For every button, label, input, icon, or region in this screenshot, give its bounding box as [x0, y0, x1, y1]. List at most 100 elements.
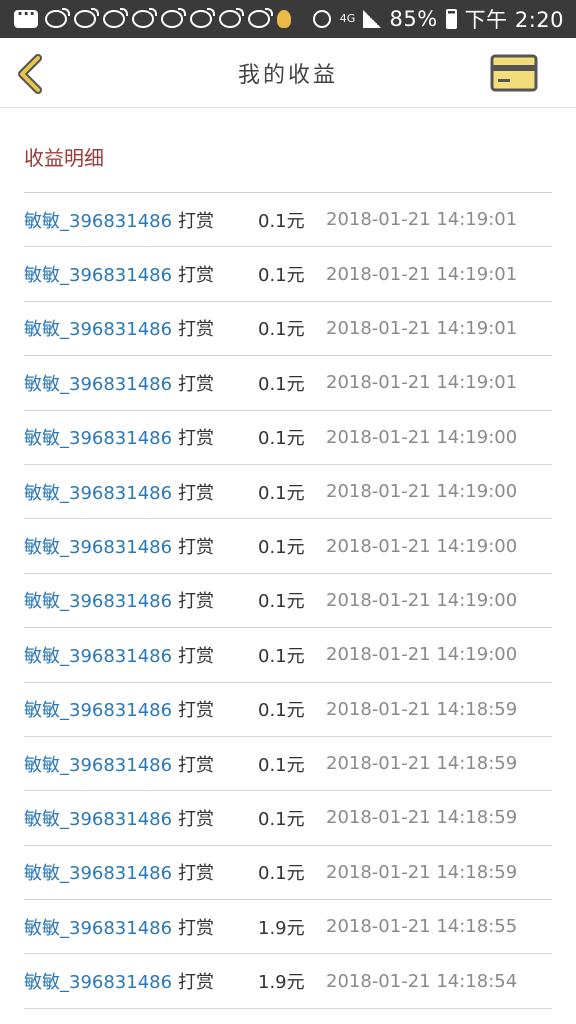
list-item[interactable]: 敏敏_396831486 打赏 0.1元 2018-01-21 14:18:59	[24, 791, 552, 846]
timestamp: 2018-01-21 14:18:59	[326, 861, 518, 883]
clock: 下午 2:20	[464, 8, 564, 32]
amount: 0.1元	[258, 265, 305, 287]
earnings-content: 收益明细 敏敏_396831486 打赏 0.1元 2018-01-21 14:…	[24, 108, 552, 1009]
timestamp: 2018-01-21 14:19:00	[326, 426, 518, 448]
action-label: 打赏	[178, 972, 214, 994]
list-item[interactable]: 敏敏_396831486 打赏 1.9元 2018-01-21 14:18:55	[24, 900, 552, 955]
bulb-icon	[277, 10, 291, 28]
timestamp: 2018-01-21 14:19:01	[326, 209, 518, 231]
amount: 0.1元	[258, 482, 305, 504]
list-item[interactable]: 敏敏_396831486 打赏 0.1元 2018-01-21 14:18:59	[24, 683, 552, 737]
user-name[interactable]: 敏敏_396831486	[24, 859, 174, 885]
list-item[interactable]: 敏敏_396831486 打赏 1.9元 2018-01-21 14:18:54	[24, 954, 552, 1009]
timestamp: 2018-01-21 14:19:00	[326, 589, 518, 611]
action-label: 打赏	[178, 482, 214, 504]
action-label: 打赏	[178, 700, 214, 722]
weibo-icon	[74, 8, 99, 28]
list-item[interactable]: 敏敏_396831486 打赏 0.1元 2018-01-21 14:19:00	[24, 465, 552, 520]
weibo-icon	[248, 8, 273, 28]
action-label: 打赏	[178, 373, 214, 395]
network-type: 4G	[339, 12, 356, 25]
list-item[interactable]: 敏敏_396831486 打赏 0.1元 2018-01-21 14:19:00	[24, 411, 552, 465]
amount: 1.9元	[258, 972, 305, 994]
list-item[interactable]: 敏敏_396831486 打赏 0.1元 2018-01-21 14:19:00	[24, 574, 552, 629]
user-name[interactable]: 敏敏_396831486	[24, 968, 174, 994]
weibo-icon	[161, 8, 186, 28]
action-label: 打赏	[178, 645, 214, 667]
signal-icon	[363, 10, 382, 28]
app-header: 我的收益	[0, 38, 576, 108]
user-name[interactable]: 敏敏_396831486	[24, 370, 174, 396]
timestamp: 2018-01-21 14:18:54	[326, 970, 518, 992]
user-name[interactable]: 敏敏_396831486	[24, 261, 174, 287]
action-label: 打赏	[178, 808, 214, 830]
timestamp: 2018-01-21 14:18:59	[326, 698, 518, 720]
earnings-list: 敏敏_396831486 打赏 0.1元 2018-01-21 14:19:01…	[24, 193, 552, 1009]
action-label: 打赏	[178, 210, 214, 232]
weibo-icon	[219, 8, 244, 28]
user-name[interactable]: 敏敏_396831486	[24, 805, 174, 831]
chat-icon	[14, 4, 38, 28]
timestamp: 2018-01-21 14:18:59	[326, 753, 518, 775]
user-name[interactable]: 敏敏_396831486	[24, 424, 174, 450]
timestamp: 2018-01-21 14:18:55	[326, 916, 518, 938]
weibo-icon	[45, 8, 70, 28]
battery-icon	[445, 9, 457, 29]
timestamp: 2018-01-21 14:19:01	[326, 317, 518, 339]
amount: 0.1元	[258, 591, 305, 613]
amount: 0.1元	[258, 373, 305, 395]
status-bar: 4G 85% 下午 2:20	[0, 0, 576, 38]
user-name[interactable]: 敏敏_396831486	[24, 587, 174, 613]
user-name[interactable]: 敏敏_396831486	[24, 914, 174, 940]
alarm-icon	[313, 10, 332, 28]
action-label: 打赏	[178, 319, 214, 341]
amount: 0.1元	[258, 210, 305, 232]
card-button[interactable]	[490, 54, 538, 92]
list-item[interactable]: 敏敏_396831486 打赏 0.1元 2018-01-21 14:19:01	[24, 247, 552, 302]
battery-percent: 85%	[389, 7, 438, 31]
amount: 0.1元	[258, 863, 305, 885]
list-item[interactable]: 敏敏_396831486 打赏 0.1元 2018-01-21 14:19:01	[24, 193, 552, 248]
amount: 0.1元	[258, 428, 305, 450]
list-item[interactable]: 敏敏_396831486 打赏 0.1元 2018-01-21 14:18:59	[24, 846, 552, 901]
action-label: 打赏	[178, 428, 214, 450]
weibo-icon	[103, 8, 128, 28]
list-item[interactable]: 敏敏_396831486 打赏 0.1元 2018-01-21 14:19:00	[24, 519, 552, 574]
user-name[interactable]: 敏敏_396831486	[24, 533, 174, 559]
user-name[interactable]: 敏敏_396831486	[24, 479, 174, 505]
action-label: 打赏	[178, 537, 214, 559]
action-label: 打赏	[178, 591, 214, 613]
user-name[interactable]: 敏敏_396831486	[24, 315, 174, 341]
list-item[interactable]: 敏敏_396831486 打赏 0.1元 2018-01-21 14:19:00	[24, 628, 552, 683]
amount: 0.1元	[258, 808, 305, 830]
weibo-icon	[132, 8, 157, 28]
amount: 0.1元	[258, 700, 305, 722]
action-label: 打赏	[178, 754, 214, 776]
user-name[interactable]: 敏敏_396831486	[24, 207, 174, 233]
user-name[interactable]: 敏敏_396831486	[24, 696, 174, 722]
chevron-left-icon	[18, 54, 42, 94]
user-name[interactable]: 敏敏_396831486	[24, 751, 174, 777]
notification-icons	[14, 4, 291, 28]
weibo-icon	[190, 8, 215, 28]
amount: 0.1元	[258, 645, 305, 667]
timestamp: 2018-01-21 14:19:00	[326, 535, 518, 557]
system-status: 4G 85% 下午 2:20	[313, 4, 564, 34]
list-item[interactable]: 敏敏_396831486 打赏 0.1元 2018-01-21 14:19:01	[24, 302, 552, 357]
amount: 0.1元	[258, 537, 305, 559]
card-icon	[490, 54, 538, 92]
user-name[interactable]: 敏敏_396831486	[24, 642, 174, 668]
list-item[interactable]: 敏敏_396831486 打赏 0.1元 2018-01-21 14:18:59	[24, 737, 552, 792]
timestamp: 2018-01-21 14:18:59	[326, 807, 518, 829]
list-item[interactable]: 敏敏_396831486 打赏 0.1元 2018-01-21 14:19:01	[24, 356, 552, 411]
page-title: 我的收益	[237, 62, 338, 88]
timestamp: 2018-01-21 14:19:00	[326, 644, 518, 666]
timestamp: 2018-01-21 14:19:00	[326, 481, 518, 503]
timestamp: 2018-01-21 14:19:01	[326, 372, 518, 394]
action-label: 打赏	[178, 917, 214, 939]
amount: 0.1元	[258, 319, 305, 341]
timestamp: 2018-01-21 14:19:01	[326, 263, 518, 285]
action-label: 打赏	[178, 863, 214, 885]
amount: 0.1元	[258, 754, 305, 776]
back-button[interactable]	[14, 54, 48, 94]
